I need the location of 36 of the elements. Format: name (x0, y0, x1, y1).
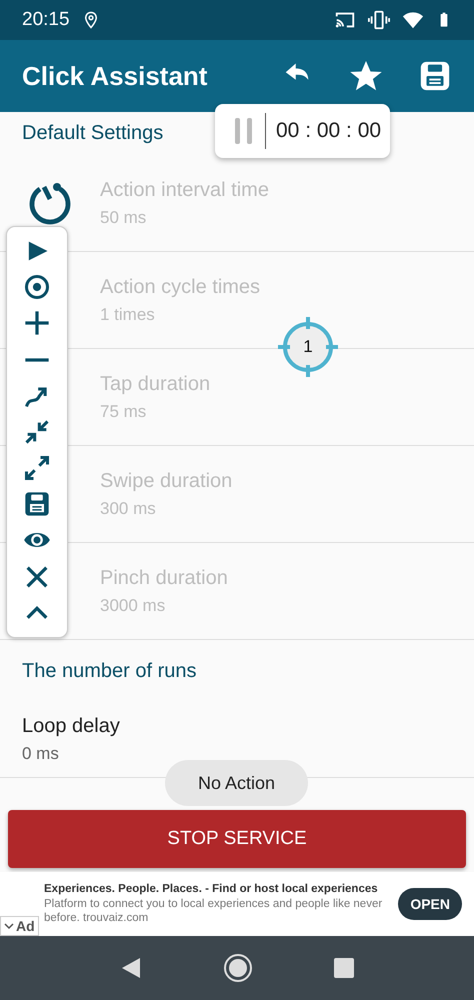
home-icon[interactable] (222, 953, 253, 983)
setting-value: 50 ms (100, 208, 148, 228)
setting-title: Action interval time (100, 178, 269, 202)
chevron-down-icon (4, 922, 14, 930)
recents-icon[interactable] (334, 958, 354, 978)
timer-time: 00 : 00 : 00 (265, 113, 382, 149)
setting-title: Tap duration (100, 372, 210, 396)
setting-value: 3000 ms (100, 596, 166, 616)
setting-value: 300 ms (100, 498, 157, 518)
ad-headline[interactable]: Experiences. People. Places. - Find or host local experiences (44, 883, 388, 895)
section-heading: Default Settings (22, 122, 164, 145)
status-time: 20:15 (22, 9, 70, 31)
ad-badge[interactable]: Ad (0, 916, 39, 936)
save-icon[interactable] (23, 490, 51, 518)
ad-label: Ad (16, 918, 35, 934)
save-icon[interactable] (418, 59, 452, 93)
ad-description: Platform to connect you to local experiences and people like never before. trouvaiz.com (44, 897, 384, 925)
collapse-icon[interactable] (23, 418, 51, 446)
setting-title: Pinch duration (100, 566, 228, 590)
vibrate-icon (368, 9, 390, 31)
setting-value: 1 times (100, 304, 156, 324)
app-title: Click Assistant (22, 60, 208, 92)
stop-service-button[interactable]: STOP SERVICE (8, 810, 466, 868)
target-number: 1 (302, 337, 314, 357)
open-button[interactable]: OPEN (398, 888, 462, 920)
plus-icon[interactable] (23, 309, 51, 338)
section-heading: The number of runs (22, 660, 197, 683)
setting-title: Swipe duration (100, 470, 232, 492)
back-icon[interactable] (120, 956, 142, 980)
setting-value: 75 ms (100, 402, 148, 422)
toast-message: No Action (165, 760, 308, 806)
setting-value: 0 ms (22, 744, 60, 764)
setting-title: Loop delay (22, 714, 120, 738)
setting-title: Action cycle times (100, 276, 260, 298)
expand-icon[interactable] (23, 454, 51, 482)
target-icon[interactable] (23, 273, 51, 302)
